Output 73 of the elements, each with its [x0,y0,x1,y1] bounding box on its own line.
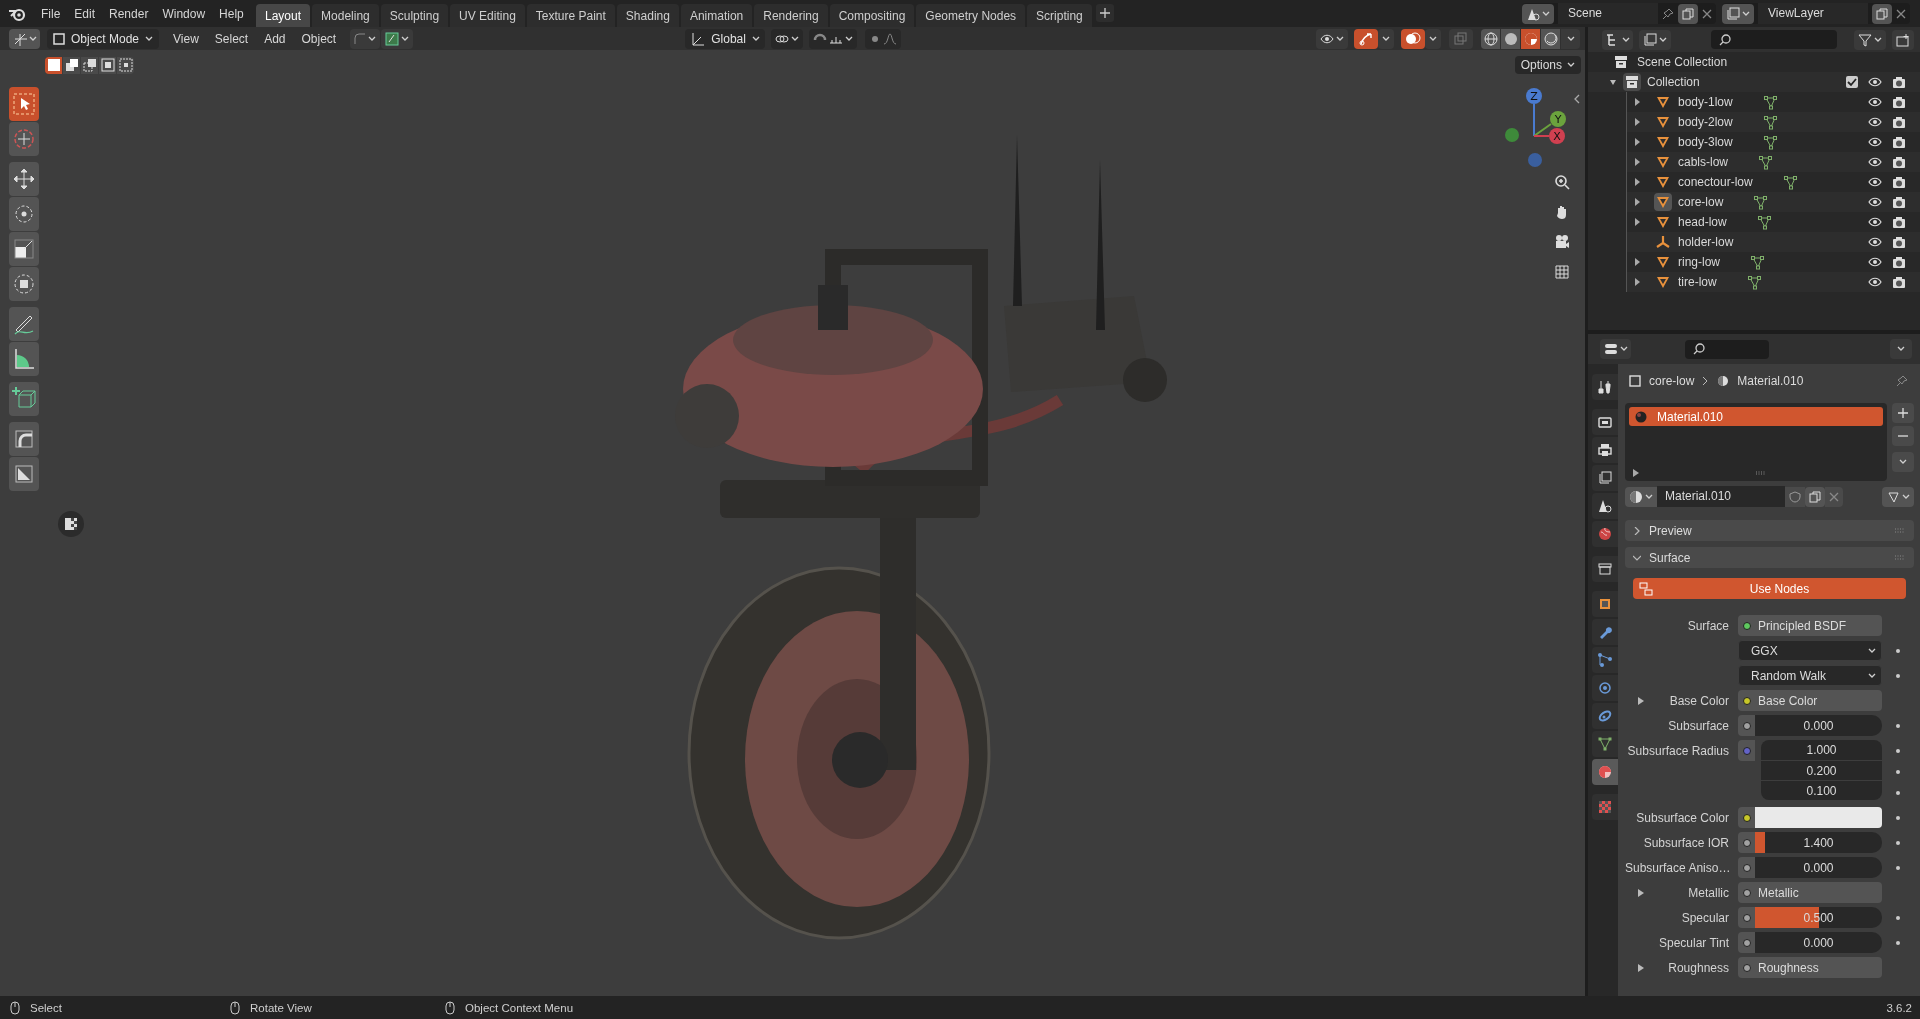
input-link-field[interactable]: Metallic [1738,882,1882,903]
input-label: Roughness [1668,960,1729,975]
outliner-item[interactable]: conectour-low [1678,175,1753,189]
workspace-tab[interactable]: Animation [680,4,753,27]
value-slider[interactable]: 1.400 [1755,832,1882,853]
outliner-item[interactable]: Collection [1647,75,1700,89]
use-nodes-button[interactable]: Use Nodes [1633,578,1906,599]
input-label: Base Color [1669,693,1729,708]
outliner-item[interactable]: body-1low [1678,95,1733,109]
outliner-item[interactable]: Scene Collection [1637,55,1728,69]
input-link-field[interactable]: Principled BSDF [1738,615,1882,636]
status-hint: Rotate View [250,1001,312,1014]
version-label: 3.6.2 [1886,1001,1912,1014]
breadcrumb-item[interactable]: core-low [1649,374,1695,388]
outliner-item[interactable]: body-3low [1678,135,1733,149]
menu-item[interactable]: Select [206,28,257,49]
workspace-tab[interactable]: Geometry Nodes [916,4,1026,27]
dropdown[interactable]: Random Walk [1738,665,1882,686]
axis-handle[interactable]: Z [1526,88,1542,137]
number-field[interactable]: 0.200 [1761,760,1882,780]
options-dropdown[interactable]: Options [1514,56,1581,74]
workspace-tab[interactable]: Modeling [312,4,379,27]
input-label: Subsurface Radius [1627,743,1729,758]
workspace-tab[interactable]: Texture Paint [526,4,615,27]
menu-item[interactable]: Edit [67,3,103,24]
number-field[interactable]: 1.000 [1761,740,1882,760]
dropdown[interactable]: GGX [1738,640,1882,661]
input-label: Subsurface Color [1636,810,1729,825]
input-label: Subsurface [1668,718,1729,733]
menu-item[interactable]: Help [212,3,251,24]
menu-item[interactable]: Add [256,28,294,49]
value-slider[interactable]: 0.000 [1755,932,1882,953]
status-hint: Select [30,1001,62,1014]
outliner-item[interactable]: ring-low [1678,255,1720,269]
breadcrumb-item[interactable]: Material.010 [1737,374,1804,388]
outliner-item[interactable]: core-low [1678,195,1724,209]
workspace-tab[interactable]: Rendering [754,4,828,27]
value-slider[interactable]: 0.000 [1755,715,1882,736]
input-label: Metallic [1688,885,1729,900]
material-name-field[interactable]: Material.010 [1657,486,1785,507]
material-slot[interactable]: Material.010 [1629,407,1883,426]
value-slider[interactable]: 0.000 [1755,857,1882,878]
menu-item[interactable]: Render [102,3,156,24]
menu-item[interactable]: Object [293,28,345,49]
orientation-dropdown[interactable]: Global [685,28,766,49]
menu-item[interactable]: Window [155,3,213,24]
panel-header[interactable]: Surface [1625,547,1914,568]
status-hint: Object Context Menu [465,1001,574,1014]
input-label: Specular [1681,910,1729,925]
mode-dropdown[interactable]: Object Mode [47,28,159,49]
workspace-tab[interactable]: Layout [256,4,311,27]
input-label: Surface [1687,618,1729,633]
input-label: Subsurface IOR [1643,835,1729,850]
scene-name-field[interactable]: Scene [1558,3,1658,24]
outliner-item[interactable]: holder-low [1678,235,1734,249]
workspace-tab[interactable]: Shading [616,4,679,27]
workspace-tab[interactable]: Scripting [1027,4,1092,27]
outliner-item[interactable]: cabls-low [1678,155,1728,169]
input-label: Subsurface Aniso… [1625,860,1731,875]
view-layer-name-field[interactable]: ViewLayer [1758,3,1868,24]
outliner-item[interactable]: tire-low [1678,275,1717,289]
menu-item[interactable]: View [165,28,207,49]
outliner-item[interactable]: body-2low [1678,115,1733,129]
input-link-field[interactable]: Roughness [1738,957,1882,978]
workspace-tab[interactable]: Sculpting [380,4,449,27]
workspace-tab[interactable]: UV Editing [450,4,525,27]
input-label: Specular Tint [1658,935,1729,950]
number-field[interactable]: 0.100 [1761,780,1882,800]
input-link-field[interactable]: Base Color [1738,690,1882,711]
menu-item[interactable]: File [34,3,68,24]
outliner-item[interactable]: head-low [1678,215,1727,229]
panel-header[interactable]: Preview [1625,520,1914,541]
workspace-tab[interactable]: Compositing [829,4,915,27]
